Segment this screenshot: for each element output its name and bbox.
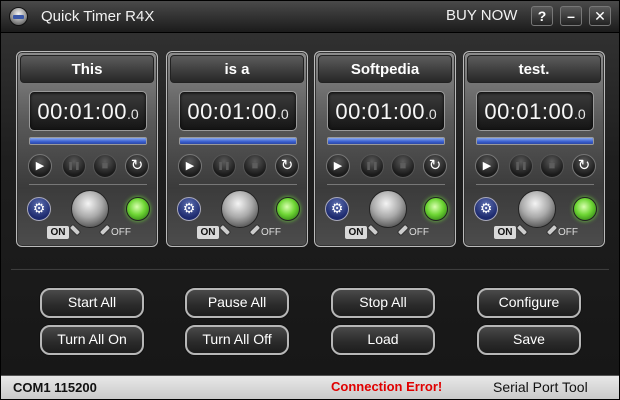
on-switch[interactable]: ON: [47, 226, 69, 239]
timer-time: 00:01:00: [484, 99, 574, 124]
pause-icon[interactable]: ❚❚: [212, 154, 236, 178]
gear-icon[interactable]: ⚙: [325, 197, 349, 221]
turn-all-on-button[interactable]: Turn All On: [40, 325, 144, 355]
turn-all-off-button[interactable]: Turn All Off: [185, 325, 289, 355]
timer-progress-bar: [476, 137, 594, 145]
pause-icon[interactable]: ❚❚: [360, 154, 384, 178]
status-lamp: [424, 197, 448, 221]
play-icon[interactable]: ▶: [326, 154, 350, 178]
gear-icon[interactable]: ⚙: [474, 197, 498, 221]
timer-fraction: .0: [276, 106, 289, 122]
volume-knob[interactable]: [369, 190, 407, 228]
timer-progress-fill: [328, 138, 444, 144]
serial-port-status: COM1 115200: [13, 380, 97, 395]
timer-progress-bar: [29, 137, 147, 145]
title-bar[interactable]: Quick Timer R4X BUY NOW ? – ✕: [1, 1, 619, 33]
timer-name[interactable]: is a: [170, 55, 304, 83]
gear-icon[interactable]: ⚙: [27, 197, 51, 221]
play-icon[interactable]: ▶: [475, 154, 499, 178]
minimize-button[interactable]: –: [560, 6, 582, 26]
buy-now-link[interactable]: BUY NOW: [446, 7, 517, 24]
off-switch[interactable]: OFF: [558, 227, 578, 238]
stop-icon[interactable]: ■: [391, 154, 415, 178]
help-button[interactable]: ?: [531, 6, 553, 26]
section-divider: [11, 268, 609, 270]
save-button[interactable]: Save: [477, 325, 581, 355]
reset-icon[interactable]: ↻: [125, 154, 149, 178]
volume-knob[interactable]: [71, 190, 109, 228]
play-icon[interactable]: ▶: [28, 154, 52, 178]
panel-divider: [179, 184, 297, 185]
timer-time: 00:01:00: [187, 99, 277, 124]
reset-icon[interactable]: ↻: [572, 154, 596, 178]
on-switch[interactable]: ON: [197, 226, 219, 239]
timer-display[interactable]: 00:01:00.0: [29, 91, 147, 131]
off-switch[interactable]: OFF: [111, 227, 131, 238]
serial-port-tool-link[interactable]: Serial Port Tool: [493, 379, 588, 395]
off-switch[interactable]: OFF: [261, 227, 281, 238]
timer-panel: This 00:01:00.0 ▶ ❚❚ ■ ↻ ⚙ ON OFF: [16, 51, 158, 247]
stop-all-button[interactable]: Stop All: [331, 288, 435, 318]
app-window: Quick Timer R4X BUY NOW ? – ✕ This 00:01…: [0, 0, 620, 400]
pause-all-button[interactable]: Pause All: [185, 288, 289, 318]
timer-display[interactable]: 00:01:00.0: [476, 91, 594, 131]
stop-icon[interactable]: ■: [93, 154, 117, 178]
timer-display[interactable]: 00:01:00.0: [327, 91, 445, 131]
on-switch[interactable]: ON: [494, 226, 516, 239]
timer-name[interactable]: This: [20, 55, 154, 83]
volume-knob[interactable]: [221, 190, 259, 228]
gear-icon[interactable]: ⚙: [177, 197, 201, 221]
status-lamp: [276, 197, 300, 221]
app-title: Quick Timer R4X: [41, 8, 155, 25]
pause-icon[interactable]: ❚❚: [62, 154, 86, 178]
timer-progress-bar: [327, 137, 445, 145]
reset-icon[interactable]: ↻: [275, 154, 299, 178]
timer-progress-fill: [477, 138, 593, 144]
panel-divider: [29, 184, 147, 185]
timer-fraction: .0: [126, 106, 139, 122]
close-button[interactable]: ✕: [589, 6, 611, 26]
status-lamp: [573, 197, 597, 221]
timer-fraction: .0: [573, 106, 586, 122]
status-bar: COM1 115200 Connection Error! Serial Por…: [1, 375, 619, 399]
timer-panel: Softpedia 00:01:00.0 ▶ ❚❚ ■ ↻ ⚙ ON OFF: [314, 51, 456, 247]
start-all-button[interactable]: Start All: [40, 288, 144, 318]
on-switch[interactable]: ON: [345, 226, 367, 239]
timer-name[interactable]: Softpedia: [318, 55, 452, 83]
configure-button[interactable]: Configure: [477, 288, 581, 318]
off-switch[interactable]: OFF: [409, 227, 429, 238]
timer-progress-fill: [30, 138, 146, 144]
connection-error-status: Connection Error!: [331, 379, 443, 394]
reset-icon[interactable]: ↻: [423, 154, 447, 178]
timer-time: 00:01:00: [335, 99, 425, 124]
timer-progress-bar: [179, 137, 297, 145]
timer-panel: test. 00:01:00.0 ▶ ❚❚ ■ ↻ ⚙ ON OFF: [463, 51, 605, 247]
load-button[interactable]: Load: [331, 325, 435, 355]
pause-icon[interactable]: ❚❚: [509, 154, 533, 178]
play-icon[interactable]: ▶: [178, 154, 202, 178]
timer-progress-fill: [180, 138, 296, 144]
app-logo-icon: [9, 7, 28, 26]
timer-panel: is a 00:01:00.0 ▶ ❚❚ ■ ↻ ⚙ ON OFF: [166, 51, 308, 247]
volume-knob[interactable]: [518, 190, 556, 228]
panel-divider: [476, 184, 594, 185]
stop-icon[interactable]: ■: [540, 154, 564, 178]
timer-time: 00:01:00: [37, 99, 127, 124]
status-lamp: [126, 197, 150, 221]
panel-divider: [327, 184, 445, 185]
timer-display[interactable]: 00:01:00.0: [179, 91, 297, 131]
stop-icon[interactable]: ■: [243, 154, 267, 178]
timer-name[interactable]: test.: [467, 55, 601, 83]
timer-fraction: .0: [424, 106, 437, 122]
